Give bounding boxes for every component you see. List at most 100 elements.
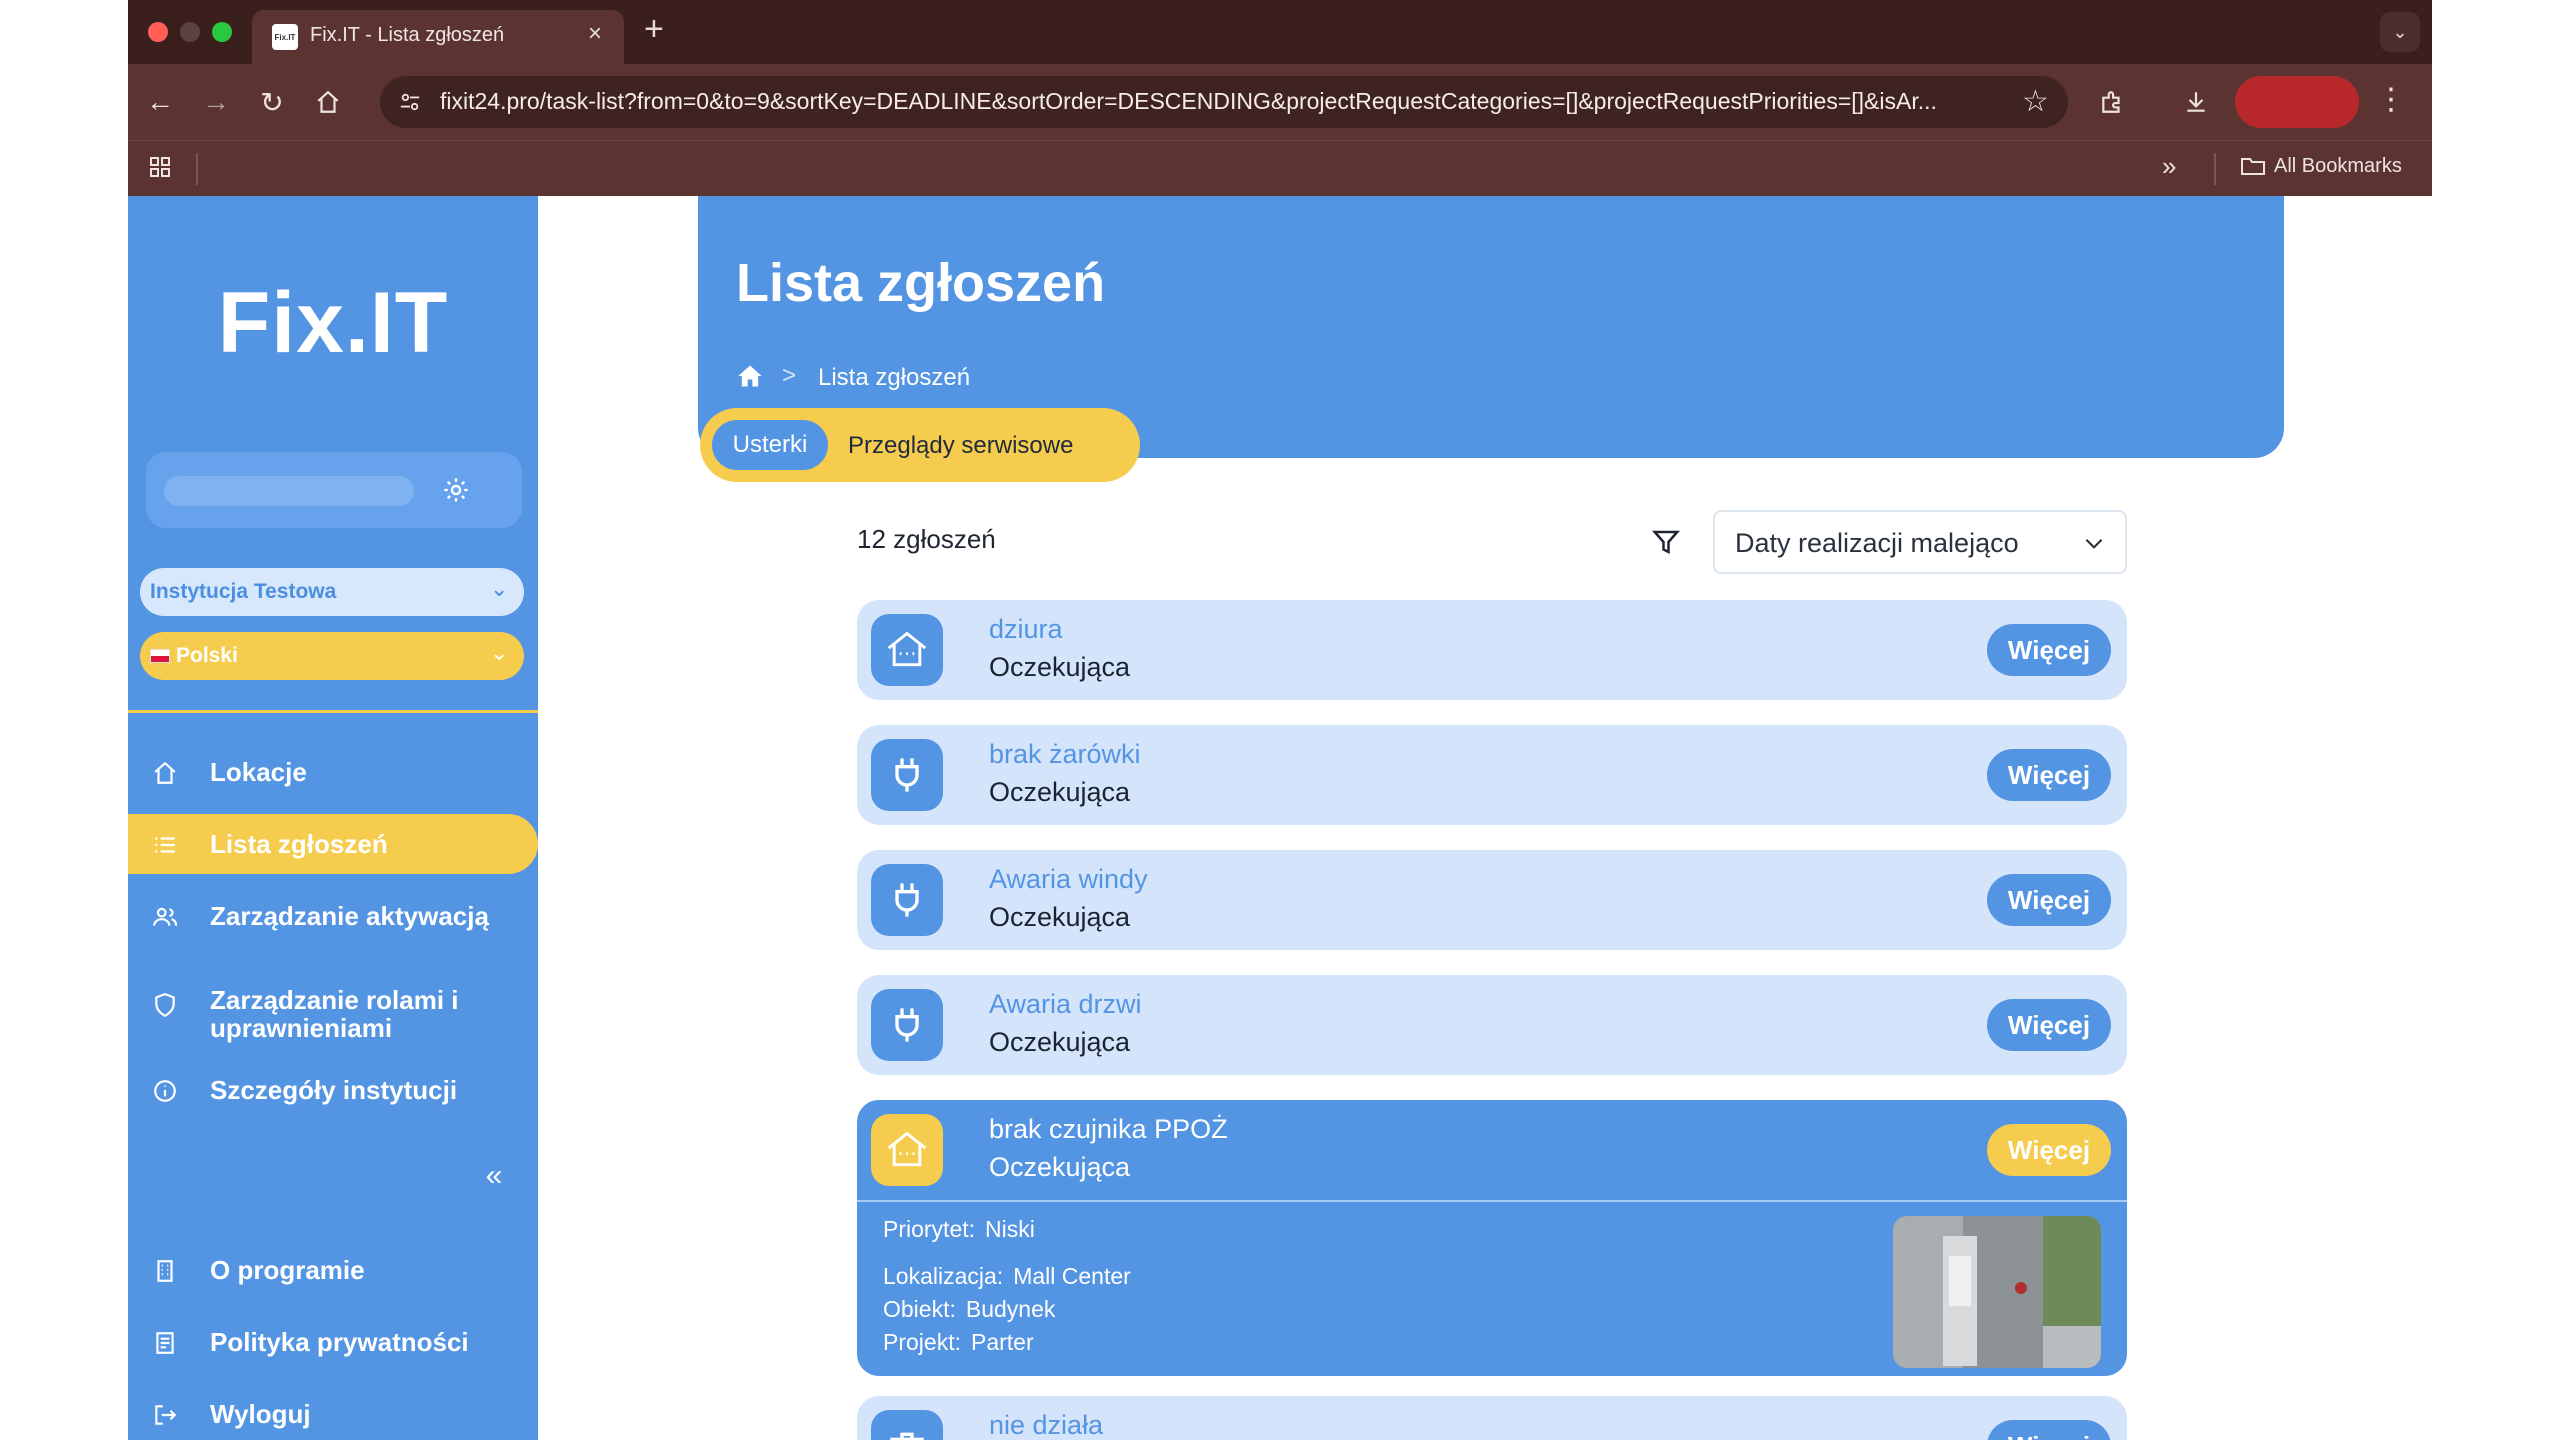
list-item-expanded[interactable]: brak czujnika PPOŻ Oczekująca Więcej Pri…	[857, 1100, 2127, 1376]
document-icon	[150, 1328, 180, 1358]
item-status: Oczekująca	[989, 1027, 1131, 1057]
sidebar-item-activation[interactable]: Zarządzanie aktywacją	[128, 886, 538, 946]
plug-icon	[871, 989, 943, 1061]
more-button[interactable]: Więcej	[1987, 624, 2111, 676]
tab-title: Fix.IT - Lista zgłoszeń	[310, 24, 505, 46]
item-status: Oczekująca	[989, 902, 1131, 932]
gear-icon[interactable]	[438, 472, 474, 508]
right-margin	[2432, 0, 2560, 1440]
tab-close-icon[interactable]: ×	[588, 20, 602, 48]
app-logo[interactable]: Fix.IT	[128, 274, 538, 373]
filter-icon[interactable]	[1646, 522, 1686, 562]
item-photo-thumbnail[interactable]	[1893, 1216, 2101, 1368]
item-name: nie działa	[989, 1410, 1104, 1440]
browser-toolbar: ← → ↻ fixit24.pro/task-list?from=0&to=9&…	[128, 64, 2432, 140]
detail-object: Obiekt: Budynek	[883, 1296, 1055, 1323]
detail-value: Budynek	[965, 1296, 1056, 1322]
sort-select[interactable]: Daty realizacji malejąco	[1713, 510, 2127, 574]
home-icon	[317, 90, 339, 113]
new-tab-button[interactable]: +	[644, 12, 664, 46]
language-select[interactable]: Polski ⌄	[140, 632, 524, 680]
sidebar-item-label: Lista zgłoszeń	[210, 829, 388, 859]
list-item[interactable]: brak żarówki Oczekująca Więcej	[857, 725, 2127, 825]
sidebar-item-about[interactable]: O programie	[128, 1240, 538, 1300]
forward-button[interactable]: →	[196, 82, 236, 122]
chevron-down-icon	[2081, 530, 2107, 556]
item-name: Awaria drzwi	[989, 989, 1142, 1019]
profile-button[interactable]	[2235, 76, 2359, 128]
list-icon	[150, 830, 180, 860]
detail-label: Obiekt:	[883, 1296, 956, 1322]
more-button[interactable]: Więcej	[1987, 1420, 2111, 1440]
tab-service-inspections[interactable]: Przeglądy serwisowe	[848, 432, 1073, 460]
browser-tab[interactable]: Fix.IT Fix.IT - Lista zgłoszeń ×	[252, 10, 624, 64]
list-item[interactable]: dziura Oczekująca Więcej	[857, 600, 2127, 700]
list-item[interactable]: nie działa Więcej	[857, 1396, 2127, 1440]
tab-search-button[interactable]: ⌄	[2380, 12, 2420, 52]
detail-location: Lokalizacja: Mall Center	[883, 1263, 1131, 1290]
all-bookmarks-label: All Bookmarks	[2274, 155, 2402, 177]
chevron-down-icon: ⌄	[490, 576, 509, 601]
plug-icon	[871, 864, 943, 936]
app-content: Fix.IT Instytucja Testowa ⌄ Polski ⌄ Lok…	[128, 196, 2432, 1440]
item-name: dziura	[989, 614, 1063, 644]
sidebar-item-logout[interactable]: Wyloguj	[128, 1384, 538, 1440]
language-select-value: Polski	[176, 644, 238, 667]
more-button[interactable]: Więcej	[1987, 749, 2111, 801]
site-settings-icon[interactable]	[396, 88, 424, 116]
more-button[interactable]: Więcej	[1987, 1124, 2111, 1176]
tab-faults[interactable]: Usterki	[712, 420, 828, 470]
apps-grid-icon[interactable]	[148, 155, 172, 186]
user-name-redacted	[164, 476, 414, 506]
detail-value: Parter	[970, 1329, 1034, 1355]
sidebar-item-label: Szczegóły instytucji	[210, 1075, 458, 1105]
extensions-icon[interactable]	[2092, 82, 2132, 122]
logout-icon	[150, 1400, 180, 1430]
shield-icon	[150, 990, 180, 1020]
detail-project: Projekt: Parter	[883, 1329, 1034, 1356]
sidebar-item-label: Polityka prywatności	[210, 1327, 469, 1357]
minimize-window-button[interactable]	[180, 22, 200, 42]
item-name: brak czujnika PPOŻ	[989, 1114, 1228, 1144]
user-card[interactable]	[146, 452, 522, 528]
address-bar[interactable]: fixit24.pro/task-list?from=0&to=9&sortKe…	[380, 76, 2068, 128]
detail-value: Mall Center	[1013, 1263, 1131, 1289]
home-icon[interactable]	[736, 362, 766, 392]
house-icon	[871, 1114, 943, 1186]
polish-flag-icon	[150, 649, 170, 663]
sidebar-item-privacy[interactable]: Polityka prywatności	[128, 1312, 538, 1372]
home-button[interactable]	[308, 82, 348, 122]
plug-icon	[871, 739, 943, 811]
institution-select[interactable]: Instytucja Testowa ⌄	[140, 568, 524, 616]
maximize-window-button[interactable]	[212, 22, 232, 42]
more-button[interactable]: Więcej	[1987, 999, 2111, 1051]
detail-value: Niski	[985, 1216, 1035, 1242]
collapse-sidebar-button[interactable]: «	[474, 1156, 514, 1196]
reload-button[interactable]: ↻	[252, 82, 292, 122]
more-button[interactable]: Więcej	[1987, 874, 2111, 926]
download-icon[interactable]	[2176, 82, 2216, 122]
list-item[interactable]: Awaria windy Oczekująca Więcej	[857, 850, 2127, 950]
close-window-button[interactable]	[148, 22, 168, 42]
chevron-down-icon: ⌄	[490, 640, 509, 665]
all-bookmarks-button[interactable]: All Bookmarks	[2240, 155, 2402, 178]
item-status: Oczekująca	[989, 1152, 1131, 1182]
back-button[interactable]: ←	[140, 82, 180, 122]
url-text[interactable]: fixit24.pro/task-list?from=0&to=9&sortKe…	[440, 88, 2000, 115]
sidebar-item-locations[interactable]: Lokacje	[128, 742, 538, 802]
detail-label: Projekt:	[883, 1329, 961, 1355]
sidebar-item-label: Zarządzanie aktywacją	[210, 901, 489, 931]
sidebar-item-task-list[interactable]: Lista zgłoszeń	[128, 814, 538, 874]
detail-label: Lokalizacja:	[883, 1263, 1004, 1289]
list-item[interactable]: Awaria drzwi Oczekująca Więcej	[857, 975, 2127, 1075]
item-status: Oczekująca	[989, 777, 1131, 807]
bookmarks-overflow-button[interactable]: »	[2162, 151, 2176, 182]
sidebar-item-roles[interactable]: Zarządzanie rolami i uprawnieniami	[128, 970, 538, 1046]
browser-menu-icon[interactable]: ⋮	[2376, 82, 2406, 117]
sidebar-item-institution-details[interactable]: Szczegóły instytucji	[128, 1060, 538, 1120]
bookmarks-divider	[2214, 153, 2216, 185]
folder-icon	[2241, 158, 2265, 175]
item-divider	[857, 1200, 2127, 1202]
bookmark-star-icon[interactable]: ☆	[2022, 84, 2049, 119]
toolbox-icon	[871, 1410, 943, 1440]
